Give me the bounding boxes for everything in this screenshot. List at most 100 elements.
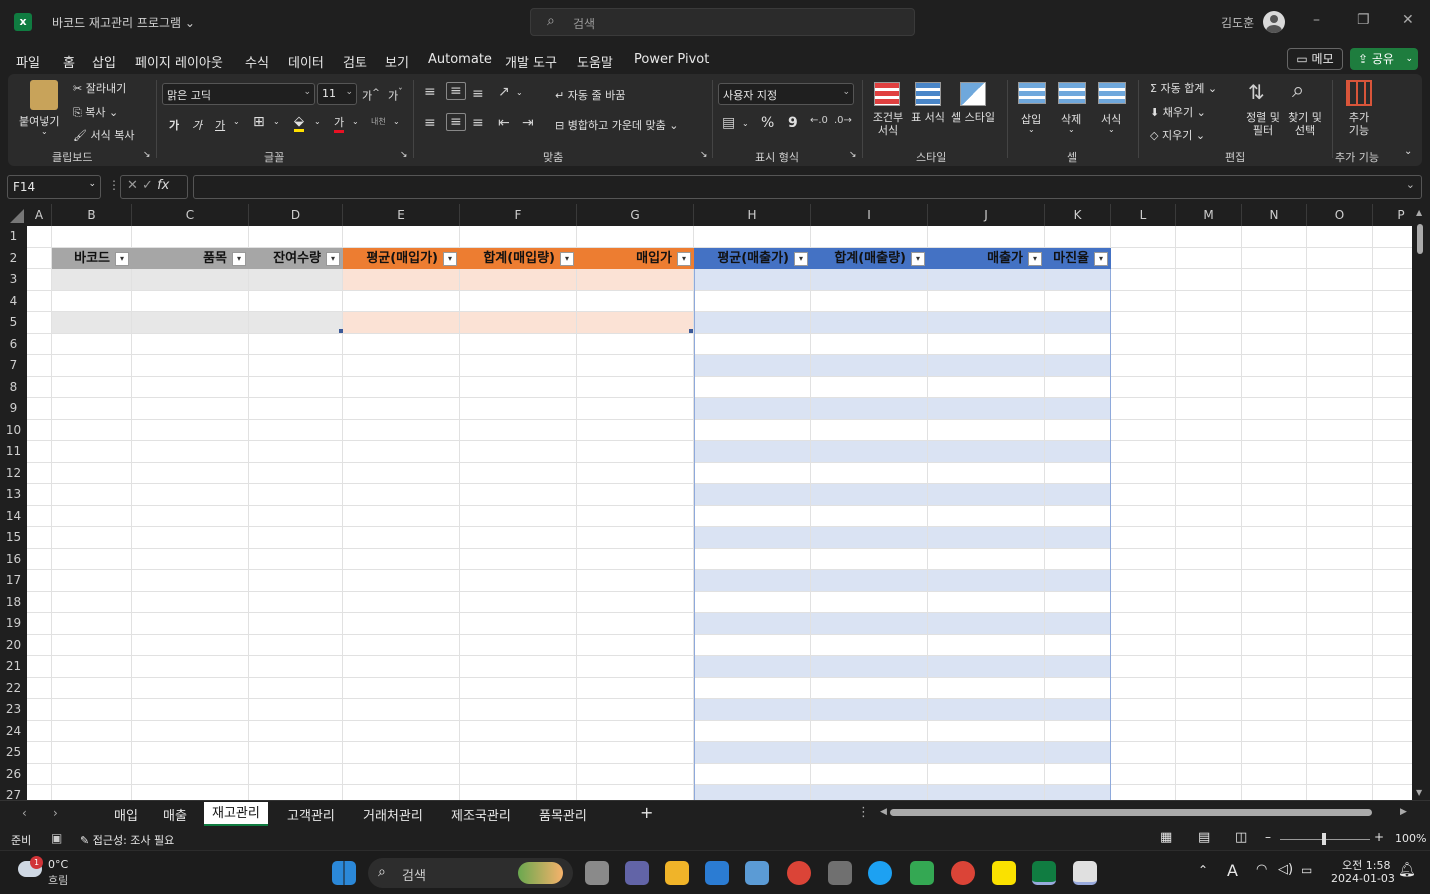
paste-button[interactable]: 붙여넣기 (19, 113, 59, 129)
macro-record-icon[interactable]: ▣ (51, 831, 62, 845)
zoom-out-icon[interactable]: – (1265, 830, 1271, 844)
decrease-decimal-icon[interactable]: .0→ (834, 115, 852, 126)
font-color-button[interactable]: 가 (334, 114, 345, 133)
chevron-down-icon[interactable]: ⌄ (1028, 125, 1035, 134)
fill-button[interactable]: ⬇ 채우기 ⌄ (1150, 104, 1206, 120)
table-format-icon[interactable] (915, 82, 941, 106)
zoom-level[interactable]: 100% (1395, 832, 1426, 845)
sheet-tab-items[interactable]: 품목관리 (539, 805, 587, 824)
underline-button[interactable]: 가 (215, 117, 225, 133)
snipping-tool-icon[interactable] (1073, 861, 1097, 885)
tab-power-pivot[interactable]: Power Pivot (634, 52, 709, 67)
number-format-select[interactable]: 사용자 지정 ⌄ (718, 83, 854, 105)
column-header[interactable]: C (132, 204, 249, 226)
column-header[interactable]: M (1176, 204, 1242, 226)
align-top-icon[interactable]: ≡ (424, 84, 436, 100)
taskbar-search[interactable]: ⌕ 검색 (368, 858, 573, 888)
chevron-down-icon[interactable]: ⌄ (393, 117, 400, 126)
name-box[interactable]: F14 ⌄ (7, 175, 101, 199)
row-header[interactable]: 17 (0, 570, 27, 592)
teams-icon[interactable] (625, 861, 649, 885)
tab-formulas[interactable]: 수식 (245, 52, 269, 71)
weather-desc[interactable]: 흐림 (48, 872, 68, 888)
memo-button[interactable]: ▭ 메모 (1287, 48, 1343, 70)
copy-button[interactable]: ⎘ 복사 ⌄ (73, 104, 118, 120)
row-header[interactable]: 21 (0, 656, 27, 678)
sheet-tab-customers[interactable]: 고객관리 (287, 805, 335, 824)
bold-button[interactable]: 가 (169, 117, 179, 133)
chevron-down-icon[interactable]: ⌄ (1108, 125, 1115, 134)
chevron-down-icon[interactable]: ⌄ (1068, 125, 1075, 134)
scroll-left-icon[interactable]: ◀ (880, 807, 887, 817)
italic-button[interactable]: 가 (192, 117, 202, 133)
filter-dropdown-icon[interactable]: ▾ (1028, 252, 1042, 266)
column-header[interactable]: E (343, 204, 460, 226)
column-header[interactable]: N (1242, 204, 1307, 226)
add-ins-icon[interactable] (1346, 80, 1372, 106)
row-header[interactable]: 9 (0, 398, 27, 420)
align-bottom-icon[interactable]: ≡ (472, 86, 484, 102)
format-cells-icon[interactable] (1098, 82, 1126, 104)
clock-date[interactable]: 2024-01-03 (1331, 872, 1395, 885)
cell-style-icon[interactable] (960, 82, 986, 106)
chevron-down-icon[interactable]: ⌄ (352, 117, 359, 126)
tab-page-layout[interactable]: 페이지 레이아웃 (135, 52, 223, 71)
row-header[interactable]: 3 (0, 269, 27, 291)
column-header[interactable]: H (694, 204, 811, 226)
clock-time[interactable]: 오전 1:58 (1342, 857, 1390, 873)
tab-view[interactable]: 보기 (385, 52, 409, 71)
filter-dropdown-icon[interactable]: ▾ (560, 252, 574, 266)
notepad-icon[interactable] (745, 861, 769, 885)
chevron-down-icon[interactable]: ⌄ (41, 127, 48, 136)
autosum-button[interactable]: Σ 자동 합계 ⌄ (1150, 80, 1217, 96)
align-left-icon[interactable]: ≡ (424, 115, 436, 131)
tab-insert[interactable]: 삽입 (92, 52, 116, 71)
filter-dropdown-icon[interactable]: ▾ (232, 252, 246, 266)
format-painter-button[interactable]: 🖌 서식 복사 (73, 127, 134, 143)
decrease-indent-icon[interactable]: ⇤ (498, 115, 510, 131)
calculator-icon[interactable] (828, 861, 852, 885)
orientation-icon[interactable]: ↗ (498, 84, 510, 100)
align-right-icon[interactable]: ≡ (472, 115, 484, 131)
share-button[interactable]: ⇪ 공유 ⌄ (1350, 48, 1418, 70)
row-header[interactable]: 27 (0, 785, 27, 800)
dialog-launcher-icon[interactable]: ↘ (700, 150, 708, 160)
row-header[interactable]: 2 (0, 247, 27, 269)
merge-center-button[interactable]: ⊟ 병합하고 가운데 맞춤 ⌄ (555, 117, 679, 133)
row-header[interactable]: 19 (0, 613, 27, 635)
chevron-down-icon[interactable]: ⌄ (314, 117, 321, 126)
kakaotalk-icon[interactable] (992, 861, 1016, 885)
conditional-format-icon[interactable] (874, 82, 900, 106)
row-header[interactable]: 14 (0, 505, 27, 527)
insert-cells-icon[interactable] (1018, 82, 1046, 104)
cell-styles-button[interactable]: 셀 스타일 (950, 111, 996, 124)
chevron-down-icon[interactable]: ⌄ (233, 117, 240, 126)
add-sheet-button[interactable]: + (640, 803, 653, 822)
tab-developer[interactable]: 개발 도구 (505, 52, 557, 71)
column-header[interactable]: I (811, 204, 928, 226)
chevron-down-icon[interactable]: ⌄ (742, 119, 749, 128)
border-icon[interactable]: ⊞ (253, 114, 265, 130)
row-header[interactable]: 25 (0, 742, 27, 764)
tab-data[interactable]: 데이터 (288, 52, 324, 71)
sheet-tab-inventory[interactable]: 재고관리 (204, 802, 268, 826)
column-header[interactable]: G (577, 204, 694, 226)
tab-review[interactable]: 검토 (343, 52, 367, 71)
tab-file[interactable]: 파일 (16, 52, 40, 71)
weather-temp[interactable]: 0°C (48, 858, 68, 871)
app-bird-icon[interactable] (868, 861, 892, 885)
font-size-select[interactable]: 11 ⌄ (317, 83, 357, 105)
accounting-format-icon[interactable]: ▤ (722, 115, 735, 131)
fill-color-icon[interactable]: ⬙ (294, 114, 304, 132)
horizontal-scroll-thumb[interactable] (890, 809, 1372, 816)
scroll-down-icon[interactable]: ▼ (1416, 788, 1422, 797)
row-header[interactable]: 8 (0, 376, 27, 398)
increase-indent-icon[interactable]: ⇥ (522, 115, 534, 131)
comma-button[interactable]: 9 (788, 115, 798, 131)
row-header[interactable]: 22 (0, 677, 27, 699)
add-ins-button[interactable]: 추가 기능 (1344, 111, 1374, 137)
row-header[interactable]: 4 (0, 290, 27, 312)
filter-dropdown-icon[interactable]: ▾ (115, 252, 129, 266)
restore-icon[interactable]: ❐ (1357, 12, 1370, 28)
filter-dropdown-icon[interactable]: ▾ (677, 252, 691, 266)
